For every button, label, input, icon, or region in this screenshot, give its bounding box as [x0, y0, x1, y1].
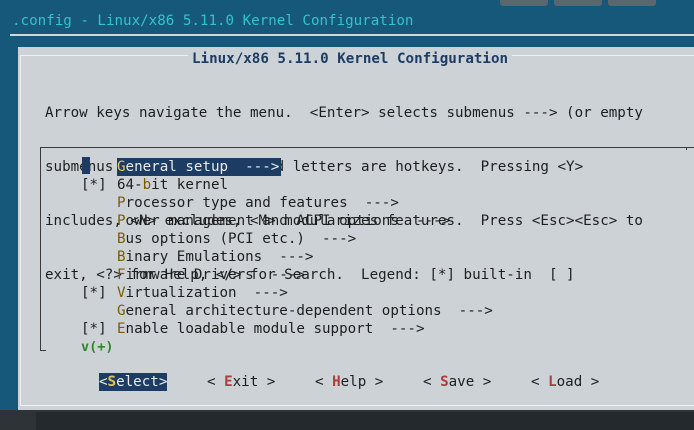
button-bracket: > — [158, 374, 168, 390]
menu-item-text: 64- — [117, 177, 143, 193]
button-bracket: < — [531, 374, 549, 390]
menu-item-text: irmware Drivers ---> — [125, 267, 305, 283]
menu-item-firmware-drivers[interactable]: Firmware Drivers ---> — [81, 266, 305, 284]
menu-item-label: Power management and ACPI options ---> — [117, 212, 450, 230]
close-button[interactable] — [608, 0, 656, 6]
menu-item-label: General architecture-dependent options -… — [117, 302, 493, 320]
menu-item-hotkey: V — [117, 285, 126, 301]
dialog-title: Linux/x86 5.11.0 Kernel Configuration — [188, 51, 513, 67]
menu-item-bus-options[interactable]: Bus options (PCI etc.) ---> — [81, 230, 356, 248]
menu-item-text: it kernel — [151, 177, 229, 193]
help-button[interactable]: < Help > — [315, 373, 383, 391]
menu-item-hotkey: G — [117, 159, 126, 175]
select-button[interactable]: <Select> — [99, 373, 168, 391]
button-hotkey: E — [224, 374, 233, 390]
button-hotkey: H — [332, 374, 341, 390]
menu-item-general-architecture[interactable]: General architecture-dependent options -… — [81, 302, 493, 320]
menu-item-loadable-module[interactable]: [*] Enable loadable module support ---> — [81, 320, 425, 338]
menu-item-label: General setup ---> — [117, 158, 282, 176]
minimize-button[interactable] — [500, 0, 548, 6]
button-bracket: < — [423, 374, 441, 390]
menu-item-text: us options (PCI etc.) ---> — [125, 231, 357, 247]
menu-item-label: Virtualization ---> — [117, 284, 288, 302]
menu-item-text: rocessor type and features ---> — [125, 195, 399, 211]
button-label: elp — [340, 374, 367, 390]
menu-item-text: nable loadable module support ---> — [125, 321, 425, 337]
menu-box-corner — [40, 350, 46, 351]
maximize-button[interactable] — [554, 0, 602, 6]
help-line: Arrow keys navigate the menu. <Enter> se… — [45, 105, 643, 121]
menu-item-text: irtualization ---> — [125, 285, 288, 301]
window-controls — [492, 0, 694, 6]
menu-item-prefix: [*] — [81, 321, 107, 337]
menu-item-processor[interactable]: Processor type and features ---> — [81, 194, 399, 212]
menu-item-virtualization[interactable]: [*] Virtualization ---> — [81, 284, 288, 302]
menu-item-hotkey: B — [117, 249, 126, 265]
menu-item-label: Binary Emulations ---> — [117, 248, 313, 266]
button-hotkey: S — [107, 374, 117, 390]
button-bracket: > — [258, 374, 276, 390]
menu-item-prefix: [*] — [81, 177, 107, 193]
menu-item-hotkey: G — [117, 303, 126, 319]
menu-item-prefix: [*] — [81, 285, 107, 301]
button-hotkey: L — [548, 374, 557, 390]
button-label: xit — [232, 374, 259, 390]
menu-item-text: eneral architecture-dependent options --… — [125, 303, 493, 319]
terminal-title: .config - Linux/x86 5.11.0 Kernel Config… — [12, 13, 414, 29]
menu-item-general-setup[interactable]: General setup ---> — [81, 158, 282, 176]
config-dialog: Linux/x86 5.11.0 Kernel Configuration Ar… — [18, 47, 694, 410]
menu-item-label: Enable loadable module support ---> — [117, 320, 425, 338]
save-button[interactable]: < Save > — [423, 373, 491, 391]
menu-item-hotkey: E — [117, 321, 126, 337]
scroll-more-indicator[interactable]: v(+) — [81, 339, 114, 355]
menu-item-text: eneral setup ---> — [125, 159, 280, 175]
menu-item-label: Processor type and features ---> — [117, 194, 399, 212]
menu-item-power-management[interactable]: Power management and ACPI options ---> — [81, 212, 450, 230]
menu-item-hotkey: b — [142, 177, 152, 193]
button-label: oad — [556, 374, 583, 390]
button-label: ave — [448, 374, 475, 390]
button-bracket: < — [315, 374, 333, 390]
terminal-scroll-strip — [36, 412, 694, 430]
exit-button[interactable]: < Exit > — [207, 373, 275, 391]
menu-item-binary-emulations[interactable]: Binary Emulations ---> — [81, 248, 313, 266]
button-bracket: < — [99, 374, 108, 390]
button-bracket: > — [474, 374, 492, 390]
terminal-bottom-bar — [0, 410, 694, 430]
menu-item-hotkey: B — [117, 231, 126, 247]
menu-item-text: ower management and ACPI options ---> — [125, 213, 451, 229]
button-bracket: < — [207, 374, 225, 390]
title-underline — [10, 34, 694, 36]
button-hotkey: S — [440, 374, 449, 390]
button-bracket: > — [582, 374, 600, 390]
menu-item-hotkey: F — [117, 267, 126, 283]
button-label: elect — [116, 374, 159, 390]
menu-item-hotkey: P — [117, 213, 126, 229]
menu-item-label: 64-bit kernel — [117, 176, 228, 194]
menu-item-label: Firmware Drivers ---> — [117, 266, 305, 284]
menu-item-text: inary Emulations ---> — [125, 249, 314, 265]
menu-box-corner — [686, 147, 687, 150]
button-bracket: > — [366, 374, 384, 390]
menu-item-label: Bus options (PCI etc.) ---> — [117, 230, 356, 248]
menu-item-hotkey: P — [117, 195, 126, 211]
load-button[interactable]: < Load > — [531, 373, 599, 391]
menu-item-64bit-kernel[interactable]: [*] 64-bit kernel — [81, 176, 228, 194]
